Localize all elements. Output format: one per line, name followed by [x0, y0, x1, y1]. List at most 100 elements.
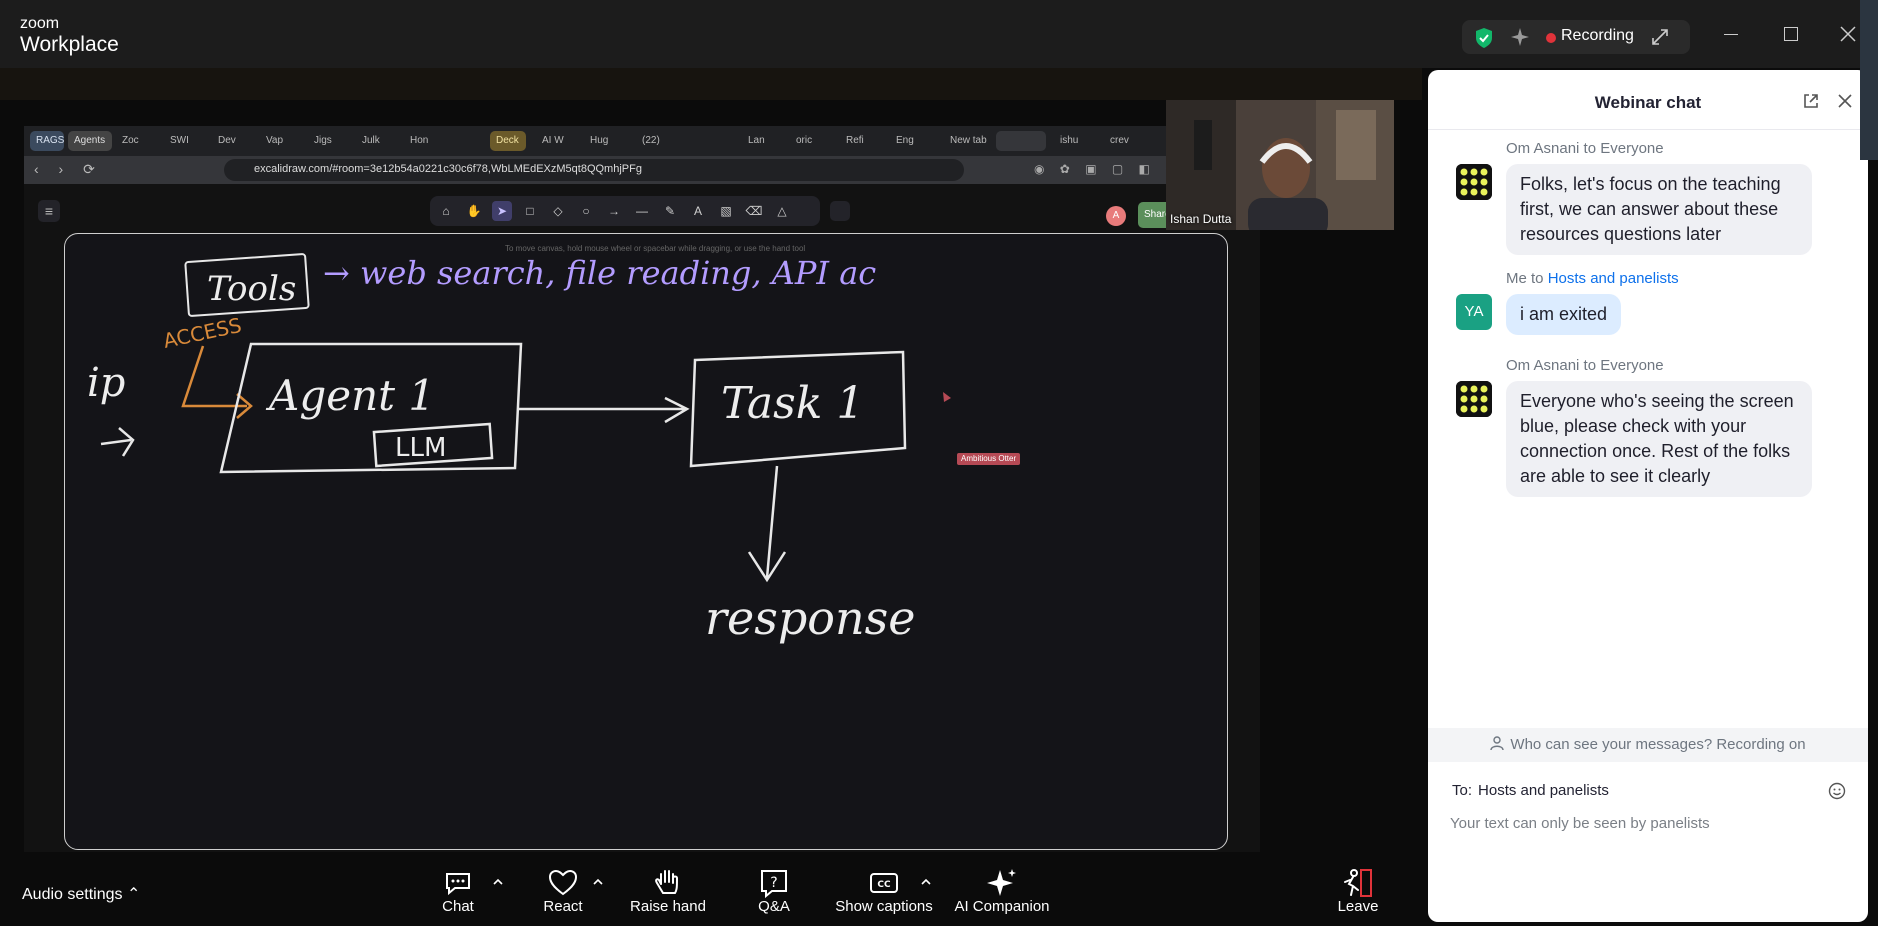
- chat-message-input[interactable]: [1450, 808, 1840, 838]
- chevron-up-icon[interactable]: [920, 876, 932, 888]
- message-to-prefix: to: [1579, 357, 1601, 374]
- browser-tab[interactable]: oric: [790, 131, 834, 151]
- line-tool-icon[interactable]: —: [632, 201, 652, 221]
- shared-screen[interactable]: RAGS Agents Zoc SWI Dev Vap Jigs Julk Ho…: [24, 126, 1260, 900]
- hand-tool-icon[interactable]: ✋: [464, 201, 484, 221]
- qa-button[interactable]: ? Q&A: [752, 866, 796, 926]
- participant-name: Ishan Dutta: [1170, 212, 1232, 226]
- maximize-button[interactable]: [1784, 27, 1798, 41]
- chevron-up-icon[interactable]: [592, 876, 604, 888]
- avatar[interactable]: YA: [1456, 294, 1492, 330]
- message-sender: Me: [1506, 270, 1527, 287]
- browser-tab[interactable]: Hon: [404, 131, 448, 151]
- leave-button[interactable]: Leave: [1336, 866, 1380, 926]
- recording-label[interactable]: Recording: [1561, 27, 1634, 45]
- recipient-selector[interactable]: To: Hosts and panelists: [1452, 782, 1609, 799]
- laser-tool-icon[interactable]: [830, 201, 850, 221]
- browser-tab[interactable]: crev: [1104, 131, 1148, 151]
- minimize-button[interactable]: [1724, 34, 1738, 35]
- browser-tab[interactable]: AI W: [536, 131, 580, 151]
- text-tool-icon[interactable]: A: [688, 201, 708, 221]
- browser-tab[interactable]: Vap: [260, 131, 304, 151]
- message-recipient: Everyone: [1600, 140, 1664, 157]
- webinar-chat-panel: Webinar chat Om Asnani to Everyone Folks…: [1428, 70, 1868, 922]
- chat-button[interactable]: Chat: [434, 866, 482, 926]
- browser-tab[interactable]: Refi: [840, 131, 884, 151]
- ai-companion-icon: [987, 869, 1016, 896]
- excalidraw-canvas[interactable]: ≡ ⌂ ✋ ➤ □ ◇ ○ → — ✎ A ▧ ⌫ △ A Share To m…: [24, 184, 1260, 900]
- browser-tab[interactable]: [684, 131, 728, 151]
- ip-label: ip: [87, 360, 125, 406]
- message-recipient: Everyone: [1600, 357, 1664, 374]
- close-icon[interactable]: [1836, 92, 1854, 110]
- browser-nav-arrows-icon[interactable]: ‹ › ⟳: [34, 161, 103, 178]
- address-bar[interactable]: excalidraw.com/#room=3e12b54a0221c30c6f7…: [224, 159, 964, 181]
- lock-icon[interactable]: ⌂: [436, 201, 456, 221]
- browser-tab[interactable]: Zoc: [116, 131, 160, 151]
- chevron-up-icon: ⌃: [126, 886, 141, 903]
- avatar[interactable]: [1456, 381, 1492, 417]
- recording-dot: [1546, 33, 1556, 43]
- selection-tool-icon[interactable]: ➤: [492, 201, 512, 221]
- shield-check-icon[interactable]: [1474, 27, 1494, 49]
- popout-icon[interactable]: [1802, 92, 1820, 110]
- rectangle-tool-icon[interactable]: □: [520, 201, 540, 221]
- browser-tab[interactable]: Agents: [68, 131, 112, 151]
- browser-tab[interactable]: Eng: [890, 131, 934, 151]
- participant-video[interactable]: Ishan Dutta: [1166, 100, 1394, 230]
- ellipse-tool-icon[interactable]: ○: [576, 201, 596, 221]
- heart-icon: [548, 869, 578, 896]
- svg-text:CC: CC: [877, 880, 891, 890]
- avatar[interactable]: [1456, 164, 1492, 200]
- pencil-tool-icon[interactable]: ✎: [660, 201, 680, 221]
- ai-sparkle-icon[interactable]: [1510, 27, 1530, 47]
- to-value[interactable]: Hosts and panelists: [1478, 782, 1609, 799]
- browser-tab[interactable]: Lan: [742, 131, 786, 151]
- llm-label: LLM: [395, 433, 446, 463]
- emoji-icon[interactable]: [1828, 782, 1846, 800]
- browser-tab-active[interactable]: [996, 131, 1046, 151]
- message-bubble[interactable]: Folks, let's focus on the teaching first…: [1506, 164, 1812, 255]
- eraser-tool-icon[interactable]: ⌫: [744, 201, 764, 221]
- show-captions-button[interactable]: CC Show captions: [834, 866, 934, 926]
- react-button[interactable]: React: [538, 866, 588, 926]
- browser-tab[interactable]: ishu: [1054, 131, 1098, 151]
- chevron-up-icon[interactable]: [492, 876, 504, 888]
- browser-tab[interactable]: SWI: [164, 131, 208, 151]
- audio-settings-button[interactable]: Audio settings ⌃: [22, 884, 140, 904]
- task-to-response-arrow: [747, 465, 787, 583]
- browser-tab[interactable]: Dev: [212, 131, 256, 151]
- image-tool-icon[interactable]: ▧: [716, 201, 736, 221]
- message-header: Om Asnani to Everyone: [1506, 357, 1664, 374]
- message-bubble[interactable]: i am exited: [1506, 294, 1622, 335]
- close-window-icon[interactable]: [1838, 24, 1858, 44]
- collaborator-avatar[interactable]: A: [1106, 206, 1126, 226]
- browser-tab[interactable]: Jigs: [308, 131, 352, 151]
- captions-icon: CC: [870, 873, 898, 893]
- chat-icon: [446, 873, 470, 896]
- browser-tab[interactable]: (22): [636, 131, 680, 151]
- shapes-library-icon[interactable]: △: [772, 201, 792, 221]
- browser-tab[interactable]: RAGS: [30, 131, 64, 151]
- meeting-status-pill: Recording: [1462, 20, 1690, 54]
- raise-hand-button[interactable]: Raise hand: [630, 866, 706, 926]
- browser-tab[interactable]: Julk: [356, 131, 400, 151]
- message-recipient[interactable]: Hosts and panelists: [1548, 270, 1679, 287]
- ai-companion-button[interactable]: AI Companion: [952, 866, 1052, 926]
- browser-tab[interactable]: New tab: [944, 131, 990, 151]
- shared-content-strip: [0, 68, 1422, 100]
- message-to-prefix: to: [1579, 140, 1601, 157]
- arrow-tool-icon[interactable]: →: [604, 201, 624, 221]
- message-bubble[interactable]: Everyone who's seeing the screen blue, p…: [1506, 381, 1812, 497]
- browser-extension-icons[interactable]: ◉ ✿ ▣ ▢ ◧ ✦: [1034, 162, 1181, 176]
- excalidraw-toolbar: ⌂ ✋ ➤ □ ◇ ○ → — ✎ A ▧ ⌫ △: [430, 196, 820, 226]
- browser-tab[interactable]: Deck: [490, 131, 526, 151]
- diamond-tool-icon[interactable]: ◇: [548, 201, 568, 221]
- menu-icon[interactable]: ≡: [38, 200, 60, 222]
- ip-arrow: [100, 427, 135, 457]
- expand-icon[interactable]: [1650, 27, 1670, 47]
- privacy-notice-text: Who can see your messages? Recording on: [1510, 736, 1806, 753]
- privacy-notice[interactable]: Who can see your messages? Recording on: [1428, 728, 1868, 762]
- browser-tab[interactable]: Hug: [584, 131, 628, 151]
- audio-settings-label: Audio settings: [22, 886, 123, 903]
